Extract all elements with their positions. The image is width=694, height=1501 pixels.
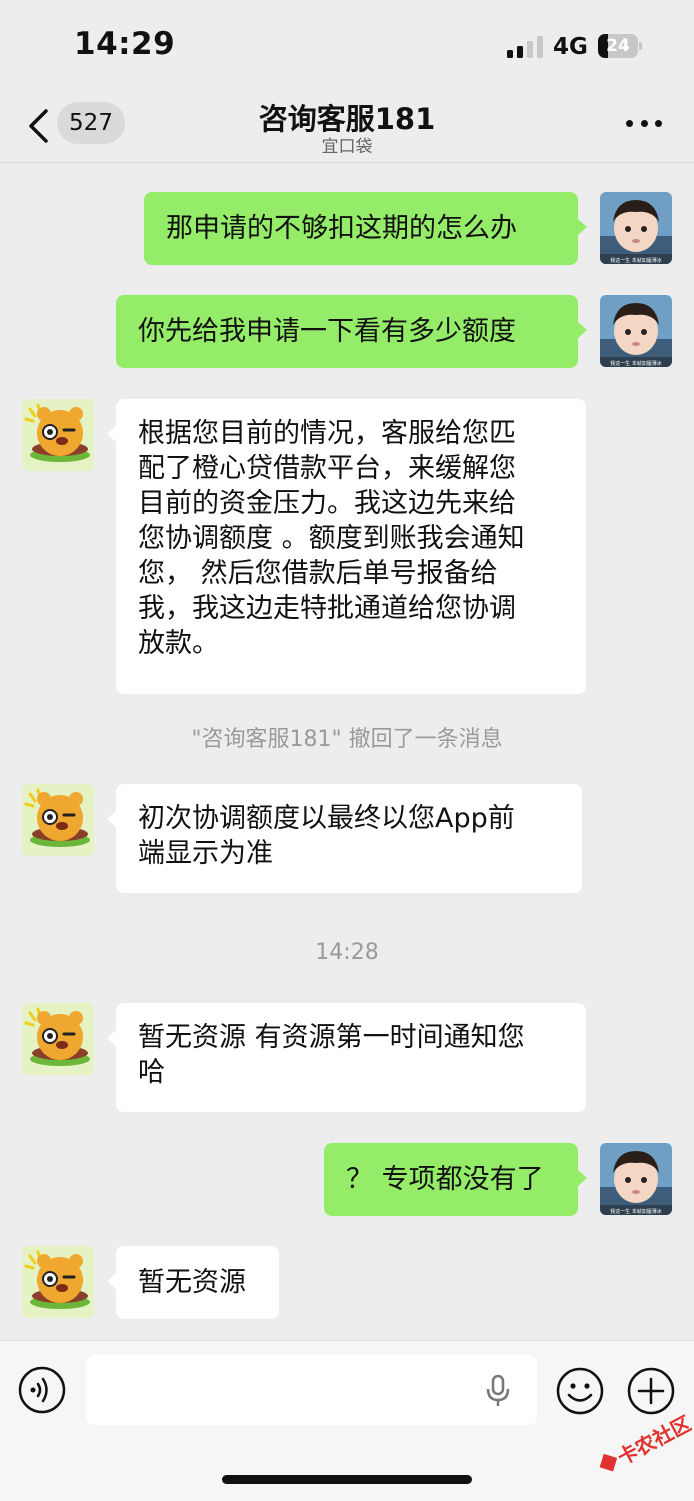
watermark-logo: 卡农社区 [599, 1412, 692, 1472]
plus-circle-icon[interactable] [626, 1366, 676, 1416]
message-bubble-sent[interactable]: 你先给我申请一下看有多少额度 [116, 295, 578, 368]
smiley-icon[interactable] [555, 1366, 605, 1416]
my-avatar[interactable]: 我这一生 本就如履薄冰 [600, 1143, 672, 1215]
agent-avatar[interactable] [22, 399, 94, 471]
avatar-caption: 我这一生 本就如履薄冰 [610, 1208, 662, 1215]
agent-avatar[interactable] [22, 784, 94, 856]
avatar-caption: 我这一生 本就如履薄冰 [610, 360, 662, 367]
my-avatar[interactable]: 我这一生 本就如履薄冰 [600, 192, 672, 264]
battery-icon: 24 [598, 34, 642, 58]
voice-wave-icon[interactable] [18, 1366, 66, 1414]
more-dots-icon[interactable] [626, 120, 662, 130]
message-timestamp: 14:28 [315, 940, 379, 965]
message-bubble-received[interactable]: 根据您目前的情况，客服给您匹 配了橙心贷借款平台，来缓解您 目前的资金压力。我这… [116, 399, 586, 694]
network-type: 4G [553, 34, 588, 60]
message-bubble-received[interactable]: 暂无资源 [116, 1246, 279, 1319]
chat-subtitle: 宜口袋 [321, 137, 373, 157]
message-bubble-sent[interactable]: ？ 专项都没有了 [324, 1143, 578, 1216]
agent-avatar[interactable] [22, 1003, 94, 1075]
svg-text:卡农社区: 卡农社区 [613, 1412, 692, 1470]
chat-header: 527 咨询客服181 宜口袋 [0, 90, 694, 163]
message-bubble-sent[interactable]: 那申请的不够扣这期的怎么办 [144, 192, 578, 265]
microphone-icon[interactable] [484, 1374, 512, 1408]
home-indicator [222, 1475, 472, 1484]
agent-avatar[interactable] [22, 1246, 94, 1318]
battery-level: 24 [606, 36, 630, 56]
message-bubble-received[interactable]: 暂无资源 有资源第一时间通知您 哈 [116, 1003, 586, 1112]
message-input[interactable] [86, 1355, 537, 1425]
message-bubble-received[interactable]: 初次协调额度以最终以您App前 端显示为准 [116, 784, 582, 893]
status-time: 14:29 [74, 26, 176, 62]
message-list[interactable]: 那申请的不够扣这期的怎么办 我这一生 本就如履薄冰 你先给我申请一下看有多少额度… [0, 163, 694, 1340]
signal-strength-icon [507, 36, 543, 58]
avatar-caption: 我这一生 本就如履薄冰 [610, 257, 662, 264]
my-avatar[interactable]: 我这一生 本就如履薄冰 [600, 295, 672, 367]
recall-notice: "咨询客服181" 撤回了一条消息 [191, 727, 503, 752]
status-bar: 14:29 4G 24 [0, 0, 694, 90]
